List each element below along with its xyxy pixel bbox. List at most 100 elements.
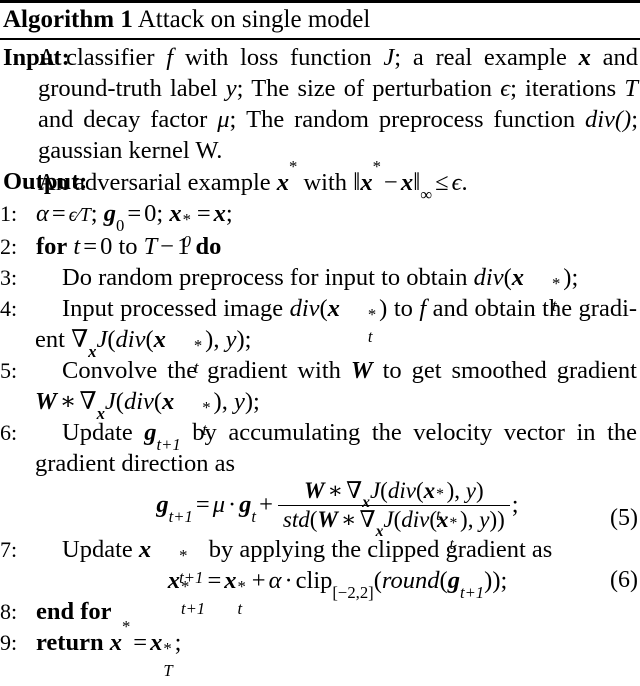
step-number-8: 8: [0, 599, 18, 624]
step-4-text-2: to [393, 295, 413, 322]
smoothed-gradient-expression: W ∗ ∇xJ(div(x * t ), y) [35, 388, 254, 439]
step-4-body: Input processed image div(x * t ) to f and… [35, 295, 638, 377]
norm-x: x [400, 169, 414, 196]
eq6-lhs: x * t+1 [167, 567, 206, 618]
input-frag-3: ; a real example [394, 44, 567, 71]
step-number-9: 9: [0, 630, 18, 655]
symbol-mu: μ [217, 106, 230, 133]
eq5-lhs: gt+1 [156, 491, 193, 526]
round-name: round [381, 567, 440, 594]
step-number-4: 4: [0, 296, 18, 321]
step-2-body: for t = 0 to T −1 do [36, 233, 222, 260]
step-9-body: return x*= x * T ; [36, 617, 182, 680]
step-5: 5: Convolve the gradient with W to get s… [0, 355, 640, 439]
step-1: 1: α = ϵ⁄T; g0 = 0; x * 0 = x; [0, 198, 640, 251]
step-2: 2: for t = 0 to T −1 do [0, 231, 640, 262]
input-line: Input: A classifier f with loss function… [0, 42, 640, 166]
epsilon-bound: ϵ [451, 169, 462, 196]
equation-6: x * t+1 = x * t + α · clip[−2,2](round(gt+1)); [167, 567, 508, 618]
algorithm-title-line: Algorithm 1 Attack on single model [0, 3, 640, 37]
symbol-T: T [624, 75, 639, 102]
step-7-text-2: by applying the clipped gradient as [208, 536, 553, 563]
step-6: 6: Update gt+1 by accumulating the veloc… [0, 417, 640, 479]
symbol-x: x [578, 44, 591, 71]
step-number-7: 7: [0, 537, 18, 562]
x-star-sup: * [289, 157, 298, 177]
norm-x-star: x [360, 169, 373, 196]
step-7-body: Update x * t+1 by applying the clipped gra… [35, 534, 637, 587]
keyword-for: for [36, 233, 68, 260]
clip-name: clip [295, 567, 333, 594]
eq5-denominator: std(W ∗ ∇xJ(div(x * t ), y)) [282, 507, 505, 553]
equation-6-row: x * t+1 = x * t + α · clip[−2,2](round(gt+1)); (… [35, 565, 640, 618]
x-star-zero: x * 0 [169, 200, 191, 251]
symbol-epsilon: ϵ [500, 75, 511, 102]
step-6-body: Update gt+1 by accumulating the velocity… [35, 417, 637, 479]
keyword-do: do [195, 233, 222, 260]
g-t-plus-1: gt+1 [144, 419, 181, 454]
algorithm-label: Algorithm 1 [3, 6, 133, 33]
div-x-star-t-2: div(x * t ) [289, 295, 388, 346]
input-frag-6: ; iterations [510, 75, 617, 102]
step-number-2: 2: [0, 234, 18, 259]
step-5-symbol-W: W [350, 357, 373, 384]
step-6-text-1: Update [62, 419, 133, 446]
step-4-symbol-f: f [419, 295, 427, 322]
step-4-text-1: Input processed image [62, 295, 284, 322]
equation-5-row: gt+1 = μ · gt + W ∗ ∇xJ(div(x * t ), y) std(W ∗ ∇xJ(d… [35, 478, 640, 553]
step-3-text: Do random preprocess for input to obtain [62, 264, 468, 291]
step-5-body: Convolve the gradient with W to get smoo… [35, 357, 637, 439]
keyword-return: return [36, 629, 104, 656]
output-line: Output: An adversarial example x* with ‖… [0, 158, 640, 202]
norm-x-star-sup: * [372, 157, 381, 177]
input-frag-7: and decay factor [38, 106, 208, 133]
output-text: An adversarial example x* with ‖x*− x‖∞ ≤ ϵ… [38, 158, 468, 202]
input-label: Input: [3, 44, 70, 71]
x-star-t-plus-1: x * t+1 [138, 536, 204, 587]
input-frag-8: ; The random preprocess function [229, 106, 576, 133]
step-4: 4: Input processed image div(x * t ) to f … [0, 293, 640, 377]
symbol-div: div() [584, 106, 632, 133]
step-number-3: 3: [0, 265, 18, 290]
output-label: Output: [3, 168, 88, 195]
alpha-symbol: α [36, 200, 49, 227]
algorithm-body: Input: A classifier f with loss function… [0, 40, 640, 680]
equation-5-tag: (5) [610, 505, 638, 531]
symbol-f: f [166, 44, 174, 71]
algorithm-block: Algorithm 1 Attack on single model Input… [0, 0, 640, 680]
step-3-body: Do random preprocess for input to obtain… [62, 264, 579, 315]
step-number-6: 6: [0, 420, 18, 445]
clip-expression: clip[−2,2](round(gt+1)) [295, 567, 501, 602]
g-zero: g0 [103, 200, 125, 235]
step-5-text-2: to get smoothed gradient [382, 357, 637, 384]
symbol-y: y [225, 75, 237, 102]
output-period: . [461, 169, 468, 196]
keyword-end-for: end for [36, 598, 112, 625]
step-number-5: 5: [0, 358, 18, 383]
eq5-numerator: W ∗ ∇xJ(div(x * t ), y) [277, 478, 510, 524]
step-7-text-1: Update [62, 536, 133, 563]
algorithm-title: Attack on single model [137, 6, 371, 33]
output-frag-2: with [303, 169, 348, 196]
minus-op: − [383, 169, 398, 196]
step-9: 9: return x*= x * T ; [0, 617, 640, 680]
step-8: 8: end for [0, 596, 640, 627]
eq5-fraction: W ∗ ∇xJ(div(x * t ), y) std(W ∗ ∇xJ(div(x * t ), … [277, 478, 510, 553]
epsilon-over-T: ϵ⁄T [68, 205, 91, 226]
step-number-1: 1: [0, 201, 18, 226]
equation-5: gt+1 = μ · gt + W ∗ ∇xJ(div(x * t ), y) std(W ∗ ∇xJ(d… [156, 478, 519, 553]
input-frag-5: ; The size of perturbation [236, 75, 493, 102]
word-to: to [118, 233, 138, 260]
div-x-star-t: div(x * t ) [473, 264, 572, 315]
step-3: 3: Do random preprocess for input to obt… [0, 262, 640, 315]
le-op: ≤ [435, 169, 449, 196]
step-5-text-1: Convolve the gradient with [62, 357, 341, 384]
equation-6-tag: (6) [610, 567, 638, 593]
return-x-star: x* [109, 617, 131, 656]
gradient-expression-1: ∇xJ(div(x * t ), y) [71, 326, 245, 377]
input-text: A classifier f with loss function J; a r… [38, 44, 638, 164]
symbol-x-star: x* [277, 158, 298, 196]
return-x-star-T: x * T [150, 629, 173, 680]
step-1-body: α = ϵ⁄T; g0 = 0; x * 0 = x; [36, 200, 233, 251]
step-7: 7: Update x * t+1 by applying the clipped … [0, 534, 640, 587]
